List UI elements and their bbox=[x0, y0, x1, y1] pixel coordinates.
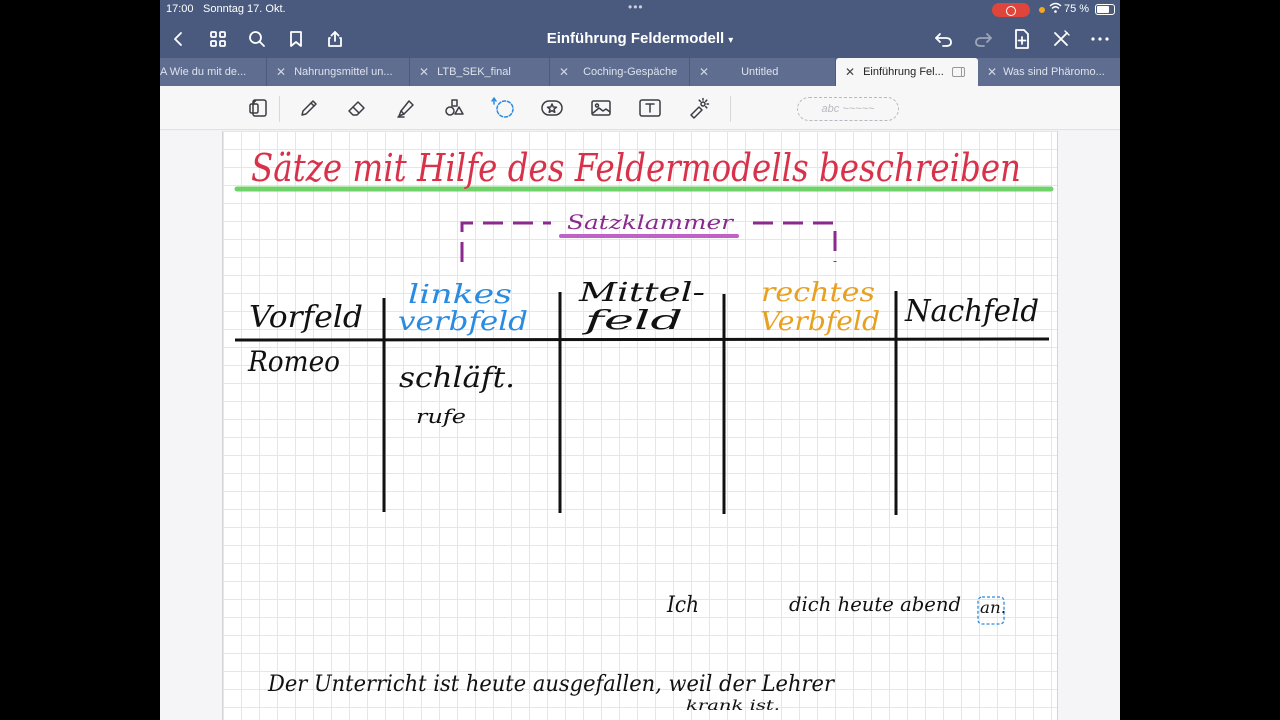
header-rechtes-line2: Verbfeld bbox=[760, 307, 880, 337]
highlighter-tool-icon[interactable] bbox=[393, 95, 419, 121]
notebook-page[interactable]: Sätze mit Hilfe des Feldermodells beschr… bbox=[222, 131, 1058, 720]
entry-romeo: Romeo bbox=[247, 345, 340, 378]
status-bar: 17:00 Sonntag 17. Okt. ••• 75 % bbox=[160, 0, 1120, 20]
laser-pointer-icon[interactable] bbox=[686, 95, 712, 121]
table-header-line bbox=[234, 337, 1050, 342]
close-tab-icon[interactable]: ✕ bbox=[699, 65, 709, 79]
sentence2-ich: Ich bbox=[666, 593, 699, 618]
header-rechtes-line1: rechtes bbox=[761, 278, 875, 308]
tab-label: A Wie du mit de... bbox=[160, 66, 247, 78]
lasso-tool-icon[interactable] bbox=[490, 95, 516, 121]
note-title: Sätze mit Hilfe des Feldermodells beschr… bbox=[251, 146, 1021, 190]
tab-4[interactable]: ✕ Coching-Gespäche bbox=[550, 58, 690, 86]
close-tab-icon[interactable]: ✕ bbox=[419, 65, 429, 79]
handwriting-to-text-tool[interactable]: abc ~~~~~ bbox=[797, 97, 899, 121]
undo-icon[interactable] bbox=[931, 26, 957, 52]
header-mittel-line1: Mittel- bbox=[578, 278, 705, 308]
toolbar-divider bbox=[279, 96, 280, 122]
tab-label: Einführung Fel... bbox=[863, 66, 944, 78]
header-vorfeld: Vorfeld bbox=[249, 300, 363, 335]
shapes-tool-icon[interactable] bbox=[442, 95, 468, 121]
close-tab-icon[interactable]: ✕ bbox=[559, 65, 569, 79]
pen-tool-icon[interactable] bbox=[296, 95, 322, 121]
tab-3[interactable]: ✕ LTB_SEK_final bbox=[410, 58, 550, 86]
sentence2-rest: dich heute abend bbox=[789, 592, 961, 616]
close-tab-icon[interactable]: ✕ bbox=[276, 65, 286, 79]
tab-6-active[interactable]: ✕ Einführung Fel... bbox=[836, 58, 978, 86]
status-date: Sonntag 17. Okt. bbox=[203, 3, 286, 15]
tab-label: LTB_SEK_final bbox=[437, 66, 511, 78]
text-tool-icon[interactable] bbox=[637, 95, 663, 121]
handwriting-placeholder: abc ~~~~~ bbox=[821, 103, 875, 115]
close-tab-icon[interactable]: ✕ bbox=[987, 65, 997, 79]
bracket-left-dashed bbox=[460, 221, 551, 262]
read-only-mode-icon[interactable] bbox=[246, 95, 272, 121]
split-view-icon[interactable] bbox=[951, 67, 965, 77]
tab-5[interactable]: ✕ Untitled bbox=[690, 58, 836, 86]
sentence2-an: an. bbox=[980, 598, 1006, 617]
tab-bar: A Wie du mit de... ✕ Nahrungsmittel un..… bbox=[160, 58, 1120, 86]
header-linkes-line2: verbfeld bbox=[398, 307, 528, 337]
add-page-icon[interactable] bbox=[1009, 26, 1035, 52]
screen-recording-icon[interactable] bbox=[992, 3, 1030, 17]
header-nachfeld: Nachfeld bbox=[904, 294, 1039, 329]
tab-1[interactable]: A Wie du mit de... bbox=[160, 58, 267, 86]
navigation-bar: Einführung Feldermodell ▾ bbox=[160, 20, 1120, 58]
status-time: 17:00 bbox=[166, 3, 194, 15]
ipad-screen: 17:00 Sonntag 17. Okt. ••• 75 % Einführu… bbox=[160, 0, 1120, 720]
bracket-label: Satzklammer bbox=[567, 210, 735, 234]
bracket-right-dashed bbox=[753, 221, 837, 262]
tab-7[interactable]: ✕ Was sind Phäromo... bbox=[978, 58, 1120, 86]
more-options-icon[interactable] bbox=[1087, 26, 1113, 52]
sentence3-line2: krank ist. bbox=[686, 698, 780, 714]
entry-rufe: rufe bbox=[416, 404, 466, 428]
redo-icon[interactable] bbox=[970, 26, 996, 52]
header-mittel-line2: feld bbox=[581, 306, 683, 336]
wifi-icon bbox=[1049, 2, 1062, 17]
tab-2[interactable]: ✕ Nahrungsmittel un... bbox=[267, 58, 410, 86]
close-edit-icon[interactable] bbox=[1048, 26, 1074, 52]
sticker-tool-icon[interactable] bbox=[539, 95, 565, 121]
entry-schlaeft: schläft. bbox=[399, 361, 515, 394]
tab-label: Was sind Phäromo... bbox=[1003, 66, 1105, 78]
multitasking-dots-icon[interactable]: ••• bbox=[628, 1, 644, 13]
battery-percent: 75 % bbox=[1064, 3, 1090, 15]
chevron-down-icon: ▾ bbox=[728, 35, 734, 46]
document-title-text: Einführung Feldermodell bbox=[546, 30, 725, 47]
tab-label: Nahrungsmittel un... bbox=[294, 66, 393, 78]
drawing-toolbar: abc ~~~~~ bbox=[160, 86, 1120, 130]
toolbar-divider bbox=[730, 96, 731, 122]
sentence3-line1: Der Unterricht ist heute ausgefallen, we… bbox=[267, 672, 835, 697]
battery-icon bbox=[1095, 4, 1115, 15]
mic-indicator-icon bbox=[1039, 7, 1045, 13]
tab-label: Untitled bbox=[741, 66, 779, 78]
tab-label: Coching-Gespäche bbox=[583, 66, 678, 78]
image-tool-icon[interactable] bbox=[588, 95, 614, 121]
close-tab-icon[interactable]: ✕ bbox=[845, 65, 855, 79]
handwritten-notes: Sätze mit Hilfe des Feldermodells beschr… bbox=[234, 146, 1054, 714]
header-linkes-line1: linkes bbox=[408, 280, 512, 310]
canvas-area[interactable]: Sätze mit Hilfe des Feldermodells beschr… bbox=[160, 131, 1120, 720]
eraser-tool-icon[interactable] bbox=[344, 95, 370, 121]
